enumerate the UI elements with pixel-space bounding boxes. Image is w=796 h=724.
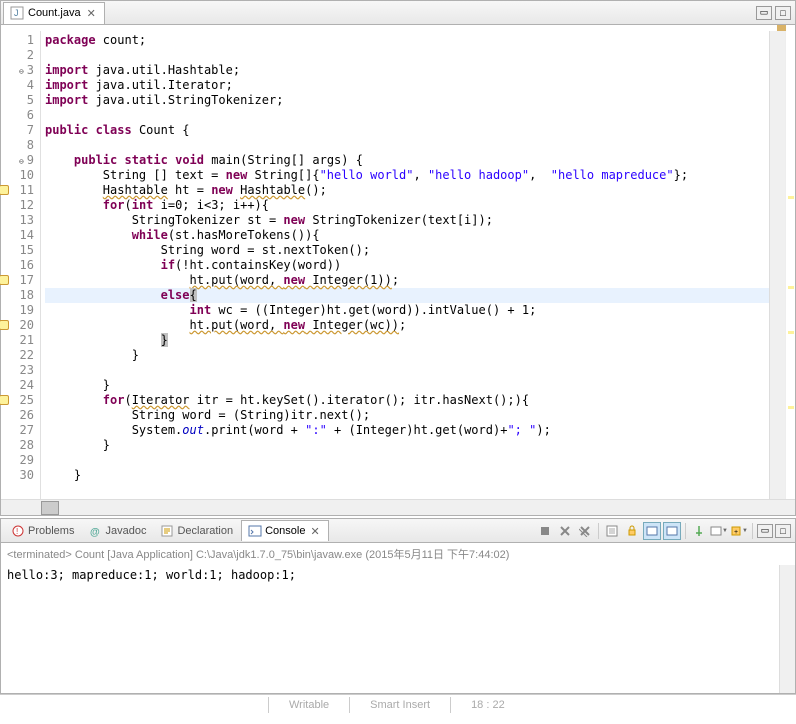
svg-text:+: + (734, 529, 738, 536)
tab-problems[interactable]: ! Problems (5, 521, 80, 541)
status-bar: Writable Smart Insert 18 : 22 (0, 694, 796, 714)
line-number-gutter: 123⊖456789⊖10111213141516171819202122232… (1, 31, 41, 499)
editor-tab-bar: J Count.java ✕ ▭ □ (1, 1, 795, 25)
remove-launch-button[interactable] (556, 522, 574, 540)
editor-tab[interactable]: J Count.java ✕ (3, 2, 105, 24)
scroll-lock-button[interactable] (623, 522, 641, 540)
maximize-view-button[interactable]: □ (775, 524, 791, 538)
minimize-button[interactable]: ▭ (756, 6, 772, 20)
show-stderr-button[interactable] (663, 522, 681, 540)
code-content[interactable]: package count;import java.util.Hashtable… (41, 31, 769, 499)
view-tab-bar: ! Problems @ Javadoc Declaration Console… (1, 519, 795, 543)
tab-label: Count.java (28, 7, 81, 19)
console-toolbar: ▼ +▼ ▭ □ (536, 522, 791, 540)
tab-javadoc[interactable]: @ Javadoc (82, 521, 152, 541)
status-cursor-position: 18 : 22 (471, 699, 505, 711)
remove-all-button[interactable] (576, 522, 594, 540)
status-insert-mode: Smart Insert (370, 699, 430, 711)
console-process-label: <terminated> Count [Java Application] C:… (1, 543, 795, 565)
console-vertical-scrollbar[interactable] (779, 565, 795, 693)
clear-console-button[interactable] (603, 522, 621, 540)
horizontal-scrollbar[interactable] (1, 499, 795, 515)
show-console-button[interactable] (643, 522, 661, 540)
terminate-button[interactable] (536, 522, 554, 540)
vertical-scrollbar[interactable] (769, 31, 785, 499)
console-output[interactable]: hello:3; mapreduce:1; world:1; hadoop:1; (1, 565, 795, 693)
svg-text:@: @ (90, 527, 100, 538)
minimize-view-button[interactable]: ▭ (757, 524, 773, 538)
javadoc-icon: @ (88, 524, 102, 538)
editor-pane: J Count.java ✕ ▭ □ 123⊖456789⊖1011121314… (0, 0, 796, 516)
overview-ruler[interactable] (785, 31, 795, 499)
pin-console-button[interactable] (690, 522, 708, 540)
open-console-button[interactable]: +▼ (730, 522, 748, 540)
problems-icon: ! (11, 524, 25, 538)
code-area[interactable]: 123⊖456789⊖10111213141516171819202122232… (1, 31, 795, 499)
declaration-icon (160, 524, 174, 538)
close-icon[interactable]: ✕ (308, 525, 321, 538)
status-writable: Writable (289, 699, 329, 711)
svg-text:!: ! (16, 527, 18, 536)
tab-console[interactable]: Console ✕ (241, 520, 329, 541)
maximize-button[interactable]: □ (775, 6, 791, 20)
display-selected-button[interactable]: ▼ (710, 522, 728, 540)
tab-declaration[interactable]: Declaration (154, 521, 239, 541)
close-icon[interactable]: ✕ (85, 7, 98, 20)
svg-text:J: J (14, 8, 19, 18)
console-icon (248, 524, 262, 538)
console-pane: ! Problems @ Javadoc Declaration Console… (0, 518, 796, 694)
java-file-icon: J (10, 6, 24, 20)
editor-window-controls: ▭ □ (756, 6, 791, 20)
